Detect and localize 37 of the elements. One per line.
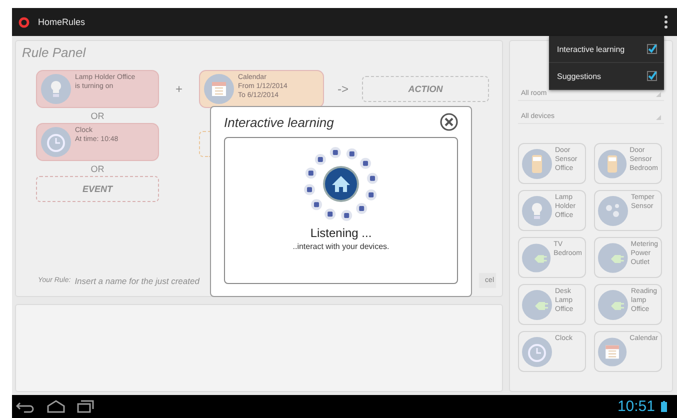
plug-icon <box>522 290 552 320</box>
calendar-icon <box>598 336 627 366</box>
home-icon[interactable] <box>46 399 66 414</box>
lamp-icon <box>522 196 552 226</box>
rule-name-field[interactable]: Insert a name for the just created <box>74 276 203 286</box>
menu-item[interactable]: Suggestions <box>549 63 664 90</box>
checked-checkbox-icon[interactable] <box>647 71 657 81</box>
door-icon <box>598 148 627 178</box>
clock-icon <box>41 127 71 157</box>
dropdown-corner-icon <box>656 115 661 120</box>
plug-icon <box>598 290 628 320</box>
panel-title: Rule Panel <box>22 45 87 60</box>
status-time: 10:51 <box>617 398 655 415</box>
battery-icon <box>661 401 667 412</box>
drop-slot[interactable]: ACTION <box>362 76 489 102</box>
dialog-title: Interactive learning <box>224 114 334 130</box>
app-logo-icon <box>18 16 30 28</box>
drop-slot[interactable]: EVENT <box>36 176 159 202</box>
checked-checkbox-icon[interactable] <box>647 44 657 54</box>
overflow-menu-icon[interactable] <box>663 15 669 29</box>
door-icon <box>522 148 552 178</box>
or-label: OR <box>90 163 106 176</box>
app-title: HomeRules <box>38 17 86 27</box>
lamp-icon <box>41 74 71 104</box>
calendar-icon <box>204 74 234 104</box>
operator-label: + <box>174 82 184 96</box>
listening-status: Listening ... <box>310 226 372 240</box>
menu-item[interactable]: Interactive learning <box>549 36 664 63</box>
or-label: OR <box>90 110 106 123</box>
plug-icon <box>522 242 551 272</box>
dialog-hint: ..interact with your devices. <box>292 242 390 251</box>
clock-icon <box>522 336 552 366</box>
operator-label: -> <box>336 82 350 96</box>
close-icon[interactable] <box>440 113 458 131</box>
dropdown-corner-icon <box>656 92 661 97</box>
plug-icon <box>598 242 628 272</box>
recent-apps-icon[interactable] <box>76 399 96 414</box>
